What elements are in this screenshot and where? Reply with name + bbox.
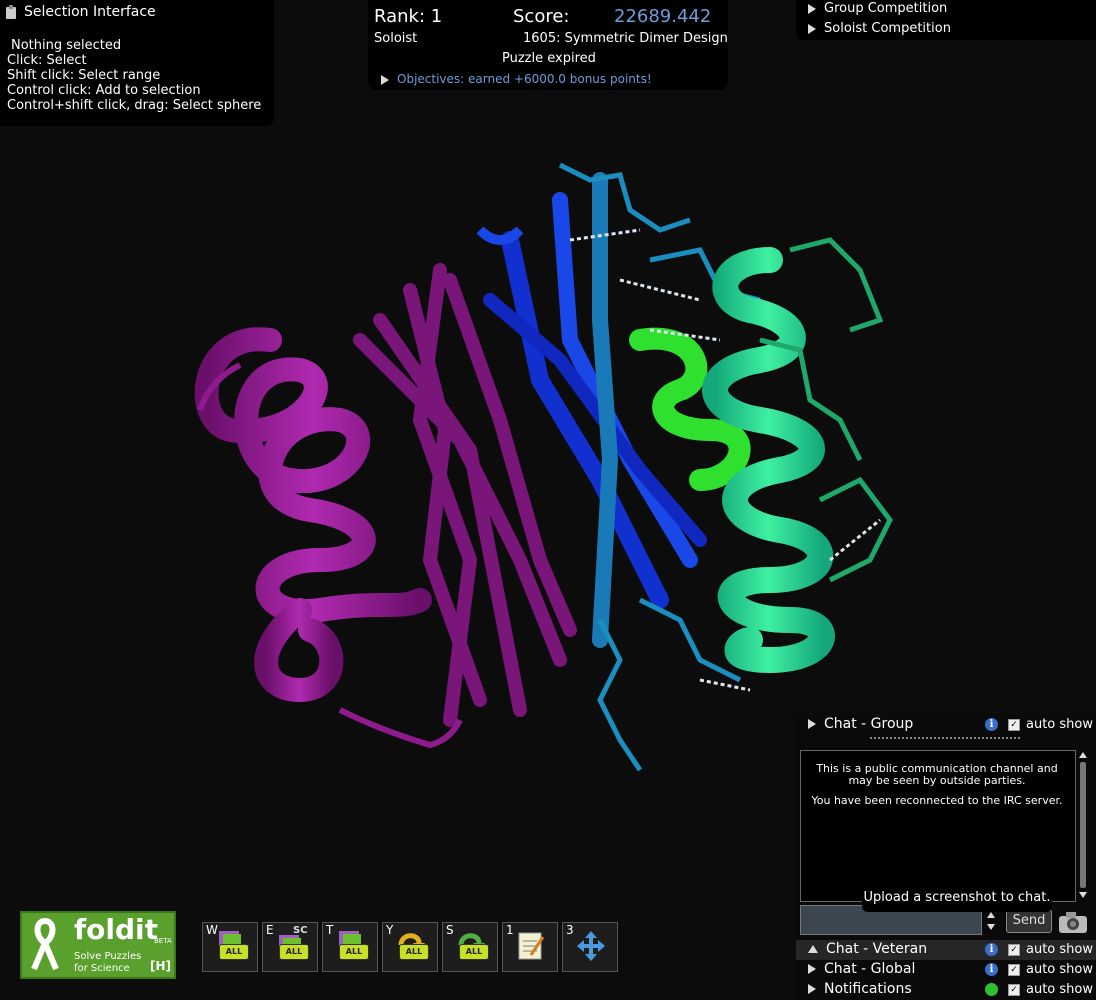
chat-veteran-label: Chat - Veteran — [826, 941, 928, 957]
score-label: Score: — [513, 6, 570, 27]
shake-sidechains-button[interactable]: E SC ALL — [262, 922, 318, 972]
hotkey-label: T — [326, 923, 334, 937]
score-value: 22689.442 — [614, 6, 712, 27]
all-badge: ALL — [219, 944, 249, 960]
score-panel: Rank: 1 Score: 22689.442 Soloist 1605: S… — [368, 0, 728, 90]
info-icon[interactable]: i — [985, 943, 998, 956]
chat-global-label: Chat - Global — [824, 961, 916, 977]
expand-arrow-icon — [808, 964, 816, 974]
hotkey-label: 3 — [566, 923, 574, 937]
logo-tagline-1: Solve Puzzles — [74, 951, 142, 962]
expand-arrow-icon — [808, 719, 816, 729]
hotkey-label: S — [446, 923, 454, 937]
expand-arrow-icon — [808, 3, 816, 14]
hotkey-label: Y — [386, 923, 394, 937]
move-button[interactable]: 3 — [562, 922, 618, 972]
logo-beta: BETA — [154, 937, 172, 945]
chat-history-arrows-icon[interactable] — [986, 910, 996, 932]
camera-icon[interactable] — [1058, 909, 1088, 935]
hint-click: Click: Select — [7, 53, 87, 68]
chat-global-row[interactable]: Chat - Global i ✓ auto show — [796, 960, 1096, 980]
hint-control-click: Control click: Add to selection — [7, 83, 201, 98]
undo-all-button[interactable]: Y ALL — [382, 922, 438, 972]
puzzle-name: 1605: Symmetric Dimer Design — [523, 31, 728, 46]
expand-arrow-icon — [808, 984, 816, 994]
notepad-icon — [518, 932, 545, 960]
status-dot-icon — [985, 983, 998, 996]
rank-label: Rank: 1 — [374, 6, 443, 27]
all-badge: ALL — [459, 944, 489, 960]
all-badge: ALL — [339, 944, 369, 960]
auto-show-checkbox[interactable]: ✓ — [1008, 964, 1020, 976]
group-competition-label: Group Competition — [824, 1, 948, 16]
logo-tagline-2: for Science — [74, 963, 130, 974]
chat-group-label: Chat - Group — [824, 716, 914, 732]
magenta-helix — [194, 327, 432, 703]
foldit-logo[interactable]: foldit BETA Solve Puzzles for Science [H… — [20, 911, 176, 979]
all-badge: ALL — [279, 944, 309, 960]
hotkey-label: E — [266, 923, 274, 937]
notifications-label: Notifications — [824, 981, 912, 997]
chat-group-row[interactable]: Chat - Group i ✓ auto show — [796, 715, 1096, 735]
auto-show-label: auto show — [1026, 942, 1093, 957]
group-competition-toggle[interactable]: Group Competition — [808, 1, 947, 16]
auto-show-label: auto show — [1026, 962, 1093, 977]
selection-clipboard-icon — [6, 5, 16, 19]
ribbon-icon — [31, 917, 59, 971]
auto-show-label: auto show — [1026, 717, 1093, 732]
auto-show-label: auto show — [1026, 982, 1093, 997]
objectives-text: Objectives: earned +6000.0 bonus points! — [397, 72, 652, 86]
hint-control-shift: Control+shift click, drag: Select sphere — [7, 98, 262, 113]
hotkey-label: 1 — [506, 923, 514, 937]
mode-label: Soloist — [374, 31, 418, 46]
logo-hotkey: [H] — [150, 959, 172, 973]
soloist-competition-toggle[interactable]: Soloist Competition — [808, 21, 951, 36]
send-button[interactable]: Send — [1006, 909, 1052, 933]
hint-shift-click: Shift click: Select range — [7, 68, 161, 83]
upload-screenshot-tooltip: Upload a screenshot to chat. — [862, 884, 1052, 912]
chat-veteran-row[interactable]: Chat - Veteran i ✓ auto show — [796, 940, 1096, 960]
competition-panel: Group Competition Soloist Competition — [796, 0, 1096, 40]
selection-status: Nothing selected — [11, 38, 122, 53]
puzzle-status: Puzzle expired — [502, 51, 596, 66]
all-badge: ALL — [399, 944, 429, 960]
logo-brand: foldit — [74, 913, 159, 946]
selection-title: Selection Interface — [24, 4, 156, 20]
resize-handle[interactable] — [870, 737, 1020, 743]
soloist-competition-label: Soloist Competition — [824, 21, 951, 36]
info-icon[interactable]: i — [985, 963, 998, 976]
tweak-all-button[interactable]: T ALL — [322, 922, 378, 972]
collapse-arrow-icon — [808, 945, 818, 953]
auto-show-checkbox[interactable]: ✓ — [1008, 984, 1020, 996]
chat-message-reconnected: You have been reconnected to the IRC ser… — [811, 794, 1063, 807]
chat-scrollbar[interactable] — [1078, 752, 1088, 898]
wiggle-all-button[interactable]: W ALL — [202, 922, 258, 972]
notes-button[interactable]: 1 — [502, 922, 558, 972]
redo-all-button[interactable]: S ALL — [442, 922, 498, 972]
selection-panel: Selection Interface Nothing selected Cli… — [0, 0, 274, 126]
info-icon[interactable]: i — [985, 718, 998, 731]
expand-arrow-icon — [381, 74, 389, 85]
move-arrows-icon — [577, 931, 605, 961]
chat-panel: Chat - Group i ✓ auto show This is a pub… — [796, 714, 1096, 1000]
expand-arrow-icon — [808, 23, 816, 34]
objectives-toggle[interactable]: Objectives: earned +6000.0 bonus points! — [381, 72, 652, 86]
auto-show-checkbox[interactable]: ✓ — [1008, 944, 1020, 956]
auto-show-checkbox[interactable]: ✓ — [1008, 719, 1020, 731]
notifications-row[interactable]: Notifications ✓ auto show — [796, 980, 1096, 1000]
chat-message-public: This is a public communication channel a… — [816, 762, 1058, 787]
chat-log: This is a public communication channel a… — [800, 750, 1076, 902]
